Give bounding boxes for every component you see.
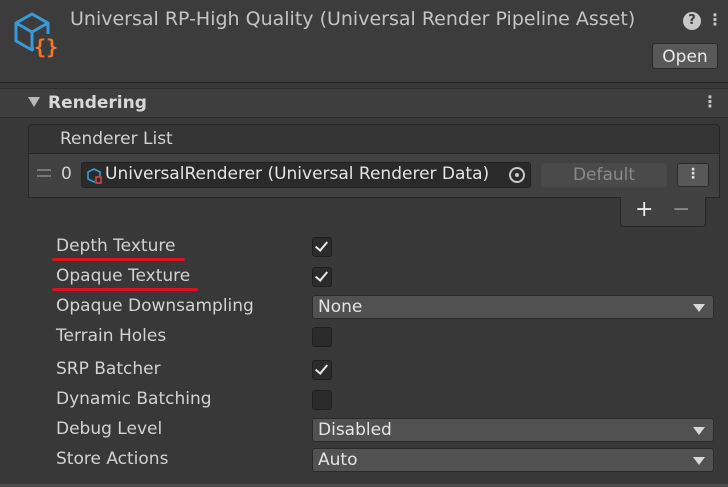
opaque-texture-highlight <box>52 288 198 291</box>
dropdown-value: Disabled <box>318 420 392 440</box>
opaque-texture-toggle[interactable] <box>312 267 332 287</box>
srp-batcher-label: SRP Batcher <box>56 359 161 379</box>
chevron-down-icon <box>693 304 705 312</box>
remove-icon[interactable]: − <box>672 198 690 222</box>
srp-batcher-toggle[interactable] <box>312 360 332 380</box>
section-menu-icon[interactable]: ⋮ <box>702 92 718 114</box>
store-actions-label: Store Actions <box>56 449 169 469</box>
brace-glyph: {} <box>34 35 58 58</box>
section-title: Rendering <box>48 93 147 113</box>
foldout-arrow-icon[interactable] <box>28 97 40 107</box>
header-menu-icon[interactable]: ⋮ <box>707 10 723 32</box>
renderer-object-field[interactable]: UniversalRenderer (Universal Renderer Da… <box>81 162 531 188</box>
opaque-downsampling-dropdown[interactable]: None <box>312 295 714 319</box>
inspector-header: {} Universal RP-High Quality (Universal … <box>0 0 728 83</box>
dropdown-value: None <box>318 297 363 317</box>
row-index: 0 <box>61 164 72 184</box>
renderer-data-icon <box>87 168 102 184</box>
depth-texture-highlight <box>52 258 185 261</box>
store-actions-dropdown[interactable]: Auto <box>312 448 714 472</box>
dynamic-batching-toggle[interactable] <box>312 390 332 410</box>
urp-asset-icon: {} <box>14 12 58 58</box>
opaque-downsampling-label: Opaque Downsampling <box>56 296 254 316</box>
dynamic-batching-label: Dynamic Batching <box>56 389 212 409</box>
debug-level-label: Debug Level <box>56 419 163 439</box>
add-icon[interactable]: + <box>635 198 653 222</box>
rendering-section-header[interactable]: Rendering ⋮ <box>0 88 728 118</box>
object-picker-icon[interactable] <box>509 167 525 183</box>
chevron-down-icon <box>693 427 705 435</box>
add-remove-footer: + − <box>620 197 706 227</box>
terrain-holes-label: Terrain Holes <box>56 326 167 346</box>
asset-title: Universal RP-High Quality (Universal Ren… <box>70 8 636 30</box>
row-menu-button[interactable]: ⋮ <box>677 163 709 187</box>
set-default-button[interactable]: Default <box>541 163 667 187</box>
depth-texture-label: Depth Texture <box>56 236 176 256</box>
renderer-object-value: UniversalRenderer (Universal Renderer Da… <box>105 164 490 184</box>
open-button[interactable]: Open <box>652 43 718 69</box>
help-icon[interactable]: ? <box>683 12 701 30</box>
opaque-texture-label: Opaque Texture <box>56 266 191 286</box>
depth-texture-toggle[interactable] <box>312 237 332 257</box>
dropdown-value: Auto <box>318 450 358 470</box>
debug-level-dropdown[interactable]: Disabled <box>312 418 714 442</box>
terrain-holes-toggle[interactable] <box>312 327 332 347</box>
chevron-down-icon <box>693 457 705 465</box>
renderer-list-title: Renderer List <box>60 129 173 149</box>
drag-handle-icon[interactable] <box>37 169 51 177</box>
renderer-list-header: Renderer List <box>28 124 720 154</box>
renderer-list-row: 0 UniversalRenderer (Universal Renderer … <box>28 154 720 198</box>
